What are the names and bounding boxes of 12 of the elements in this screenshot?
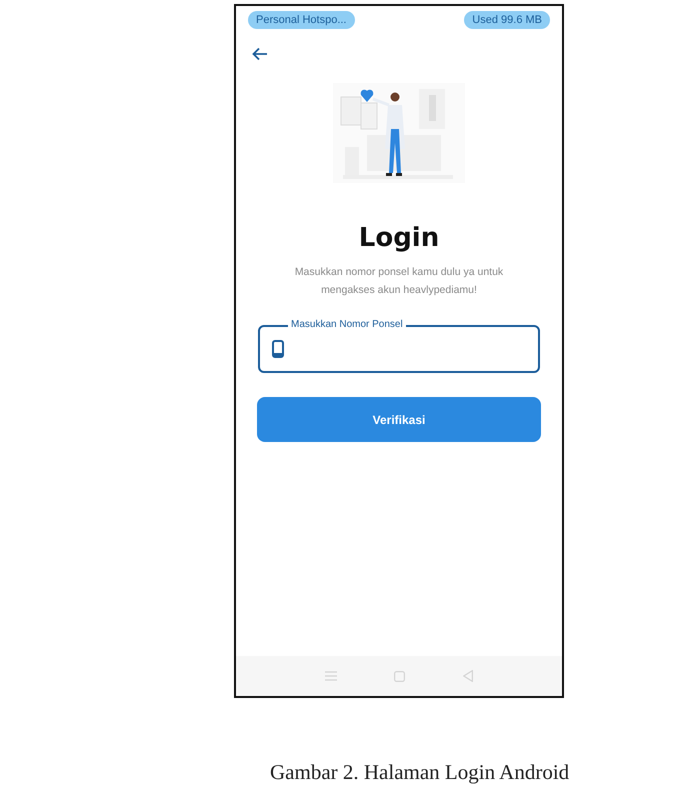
menu-icon[interactable]: [324, 671, 337, 681]
login-instructions: Masukkan nomor ponsel kamu dulu ya untuk mengakses akun heavlypediamu!: [294, 265, 504, 298]
back-triangle-icon[interactable]: [463, 670, 474, 682]
verify-button[interactable]: Verifikasi: [257, 397, 541, 442]
figure-caption: Gambar 2. Halaman Login Android: [270, 760, 570, 785]
login-title: Login: [358, 223, 440, 253]
phone-icon: [272, 340, 284, 358]
hotspot-pill: Personal Hotspo...: [248, 11, 354, 29]
data-usage-pill: Used 99.6 MB: [464, 11, 550, 29]
phone-number-field[interactable]: Masukkan Nomor Ponsel: [258, 317, 540, 373]
home-square-icon[interactable]: [394, 670, 406, 682]
back-arrow-icon[interactable]: [252, 47, 268, 61]
